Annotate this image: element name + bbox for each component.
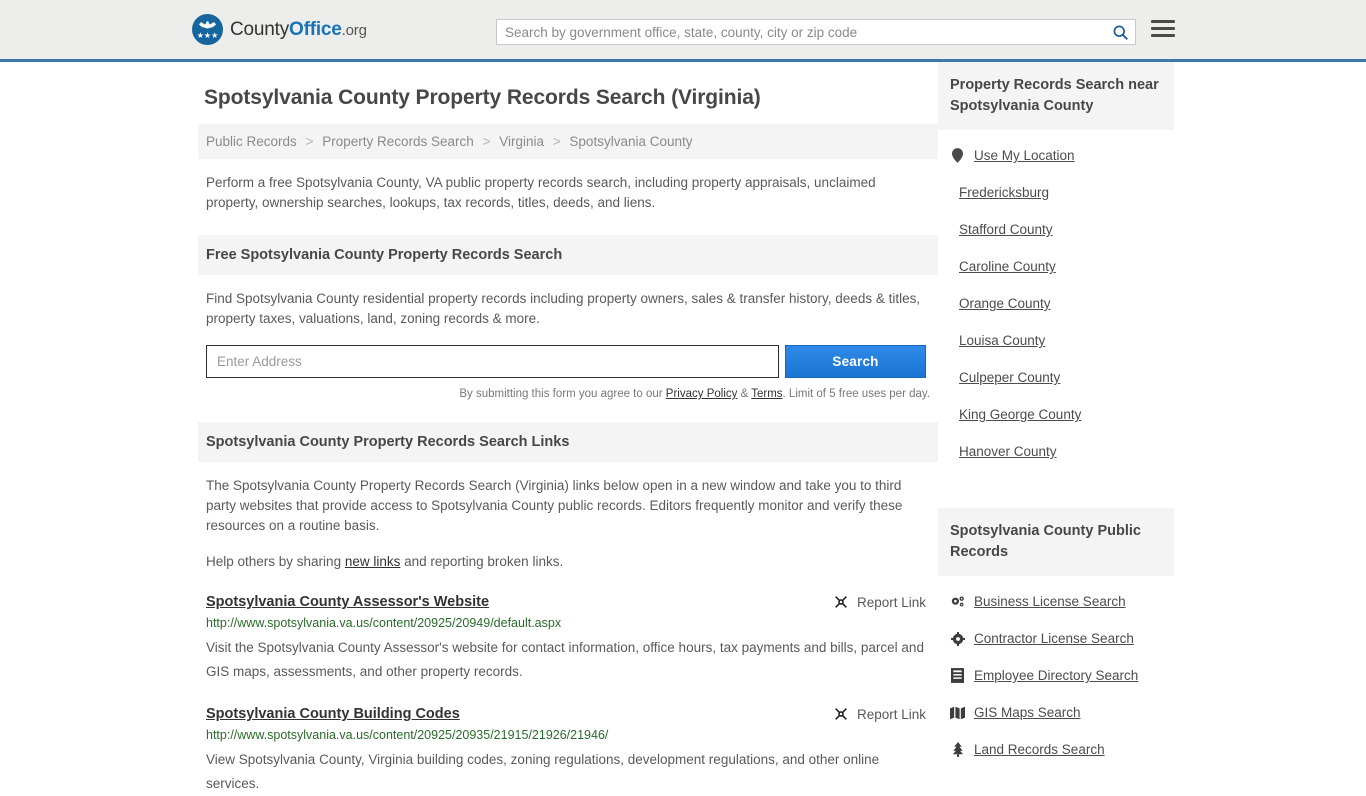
help-prefix: Help others by sharing bbox=[206, 554, 345, 569]
sidebar-item-caroline-county[interactable]: Caroline County bbox=[938, 248, 1174, 285]
sidebar-item-label[interactable]: Fredericksburg bbox=[959, 185, 1049, 200]
breadcrumb-separator: > bbox=[482, 134, 491, 149]
report-link-button[interactable]: Report Link bbox=[833, 594, 926, 610]
search-links-paragraph: The Spotsylvania County Property Records… bbox=[206, 478, 903, 533]
global-search-box[interactable] bbox=[496, 19, 1136, 45]
breadcrumb-separator: > bbox=[552, 134, 561, 149]
book-icon bbox=[950, 668, 965, 683]
list-item: Spotsylvania County Building Codes Repor… bbox=[198, 706, 938, 796]
result-link-description: View Spotsylvania County, Virginia build… bbox=[206, 752, 880, 791]
report-link-button[interactable]: Report Link bbox=[833, 706, 926, 722]
search-links-heading: Spotsylvania County Property Records Sea… bbox=[198, 422, 938, 462]
sidebar: Property Records Search near Spotsylvani… bbox=[938, 62, 1174, 796]
free-search-description: Find Spotsylvania County residential pro… bbox=[206, 291, 921, 326]
hamburger-menu-icon[interactable] bbox=[1151, 20, 1175, 37]
result-link-url: http://www.spotsylvania.va.us/content/20… bbox=[206, 728, 609, 742]
sidebar-item-stafford-county[interactable]: Stafford County bbox=[938, 211, 1174, 248]
broken-link-icon bbox=[835, 596, 847, 608]
disclaimer-suffix: . Limit of 5 free uses per day. bbox=[782, 388, 930, 400]
page-title: Spotsylvania County Property Records Sea… bbox=[204, 86, 761, 109]
page-container: Spotsylvania County Property Records Sea… bbox=[0, 62, 1366, 796]
sidebar-item-label[interactable]: Hanover County bbox=[959, 444, 1057, 459]
sidebar-item-business-license-search[interactable]: Business License Search bbox=[938, 576, 1174, 620]
sidebar-item-orange-county[interactable]: Orange County bbox=[938, 285, 1174, 322]
sidebar-item-label[interactable]: Use My Location bbox=[974, 148, 1075, 163]
breadcrumb-item-virginia[interactable]: Virginia bbox=[499, 134, 544, 149]
breadcrumb-item-public-records[interactable]: Public Records bbox=[206, 134, 297, 149]
sidebar-item-land-records-search[interactable]: Land Records Search bbox=[938, 731, 1174, 768]
site-header: ★★★ CountyOffice.org bbox=[0, 0, 1366, 62]
hamburger-bar bbox=[1151, 20, 1175, 23]
result-link-title[interactable]: Spotsylvania County Building Codes bbox=[206, 706, 460, 722]
sidebar-item-louisa-county[interactable]: Louisa County bbox=[938, 322, 1174, 359]
site-logo-link[interactable]: ★★★ CountyOffice.org bbox=[192, 14, 367, 45]
breadcrumb-item-property-records-search[interactable]: Property Records Search bbox=[322, 134, 474, 149]
map-icon bbox=[950, 706, 965, 720]
privacy-policy-link[interactable]: Privacy Policy bbox=[666, 388, 738, 400]
sidebar-nearby-list: Use My Location Fredericksburg Stafford … bbox=[938, 130, 1174, 470]
sidebar-item-culpeper-county[interactable]: Culpeper County bbox=[938, 359, 1174, 396]
report-link-label: Report Link bbox=[856, 706, 926, 722]
result-link-title[interactable]: Spotsylvania County Assessor's Website bbox=[206, 594, 489, 610]
hamburger-bar bbox=[1151, 27, 1175, 30]
sidebar-item-label[interactable]: Louisa County bbox=[959, 333, 1045, 348]
sidebar-item-label[interactable]: Stafford County bbox=[959, 222, 1053, 237]
help-suffix: and reporting broken links. bbox=[400, 554, 564, 569]
brand-part-county: County bbox=[230, 18, 290, 40]
disclaimer-amp: & bbox=[737, 388, 752, 400]
breadcrumb-separator: > bbox=[305, 134, 314, 149]
sidebar-nearby-heading: Property Records Search near Spotsylvani… bbox=[938, 62, 1174, 130]
sidebar-item-label[interactable]: Orange County bbox=[959, 296, 1051, 311]
cogs-icon bbox=[950, 595, 965, 609]
map-pin-icon bbox=[950, 148, 965, 163]
address-search-form: Search bbox=[198, 345, 930, 378]
page-intro-text: Perform a free Spotsylvania County, VA p… bbox=[206, 175, 876, 210]
sidebar-item-label[interactable]: Employee Directory Search bbox=[974, 668, 1138, 683]
address-input[interactable] bbox=[206, 345, 779, 378]
sidebar-item-label[interactable]: Land Records Search bbox=[974, 742, 1105, 757]
hamburger-bar bbox=[1151, 34, 1175, 37]
tree-icon bbox=[950, 742, 965, 757]
brand-part-office: Office bbox=[289, 18, 342, 40]
cog-icon bbox=[950, 631, 965, 646]
search-icon bbox=[1113, 25, 1128, 40]
eagle-stars-logo-icon: ★★★ bbox=[192, 14, 223, 45]
sidebar-item-label[interactable]: GIS Maps Search bbox=[974, 705, 1081, 720]
sidebar-item-hanover-county[interactable]: Hanover County bbox=[938, 433, 1174, 470]
terms-link[interactable]: Terms bbox=[751, 388, 782, 400]
sidebar-item-label[interactable]: Caroline County bbox=[959, 259, 1056, 274]
help-share-text: Help others by sharing new links and rep… bbox=[206, 552, 930, 572]
search-input[interactable] bbox=[497, 24, 1105, 40]
eagle-wings-icon bbox=[199, 21, 216, 29]
sidebar-item-label[interactable]: Business License Search bbox=[974, 594, 1126, 609]
sidebar-public-records-heading: Spotsylvania County Public Records bbox=[938, 508, 1174, 576]
free-search-heading: Free Spotsylvania County Property Record… bbox=[198, 235, 938, 275]
sidebar-item-fredericksburg[interactable]: Fredericksburg bbox=[938, 174, 1174, 211]
result-link-url: http://www.spotsylvania.va.us/content/20… bbox=[206, 616, 562, 630]
main-content: Spotsylvania County Property Records Sea… bbox=[198, 62, 938, 796]
broken-link-icon bbox=[835, 708, 847, 720]
sidebar-item-employee-directory-search[interactable]: Employee Directory Search bbox=[938, 657, 1174, 694]
sidebar-item-label[interactable]: King George County bbox=[959, 407, 1081, 422]
disclaimer-prefix: By submitting this form you agree to our bbox=[459, 388, 666, 400]
form-disclaimer: By submitting this form you agree to our… bbox=[198, 388, 930, 400]
list-item: Spotsylvania County Assessor's Website R… bbox=[198, 594, 938, 684]
sidebar-item-king-george-county[interactable]: King George County bbox=[938, 396, 1174, 433]
address-search-button[interactable]: Search bbox=[785, 345, 926, 378]
report-link-label: Report Link bbox=[856, 594, 926, 610]
sidebar-public-records-list: Business License Search Contractor Licen… bbox=[938, 576, 1174, 768]
sidebar-item-use-my-location[interactable]: Use My Location bbox=[938, 130, 1174, 174]
search-submit-button[interactable] bbox=[1105, 20, 1135, 44]
breadcrumb-item-spotsylvania-county[interactable]: Spotsylvania County bbox=[569, 134, 692, 149]
three-stars-icon: ★★★ bbox=[196, 31, 219, 40]
sidebar-item-label[interactable]: Culpeper County bbox=[959, 370, 1060, 385]
new-links-link[interactable]: new links bbox=[345, 554, 401, 569]
result-link-description: Visit the Spotsylvania County Assessor's… bbox=[206, 640, 924, 679]
sidebar-item-gis-maps-search[interactable]: GIS Maps Search bbox=[938, 694, 1174, 731]
sidebar-item-label[interactable]: Contractor License Search bbox=[974, 631, 1134, 646]
breadcrumb: Public Records > Property Records Search… bbox=[198, 124, 938, 159]
brand-part-org: .org bbox=[341, 21, 367, 39]
sidebar-item-contractor-license-search[interactable]: Contractor License Search bbox=[938, 620, 1174, 657]
brand-wordmark: CountyOffice.org bbox=[230, 19, 367, 41]
